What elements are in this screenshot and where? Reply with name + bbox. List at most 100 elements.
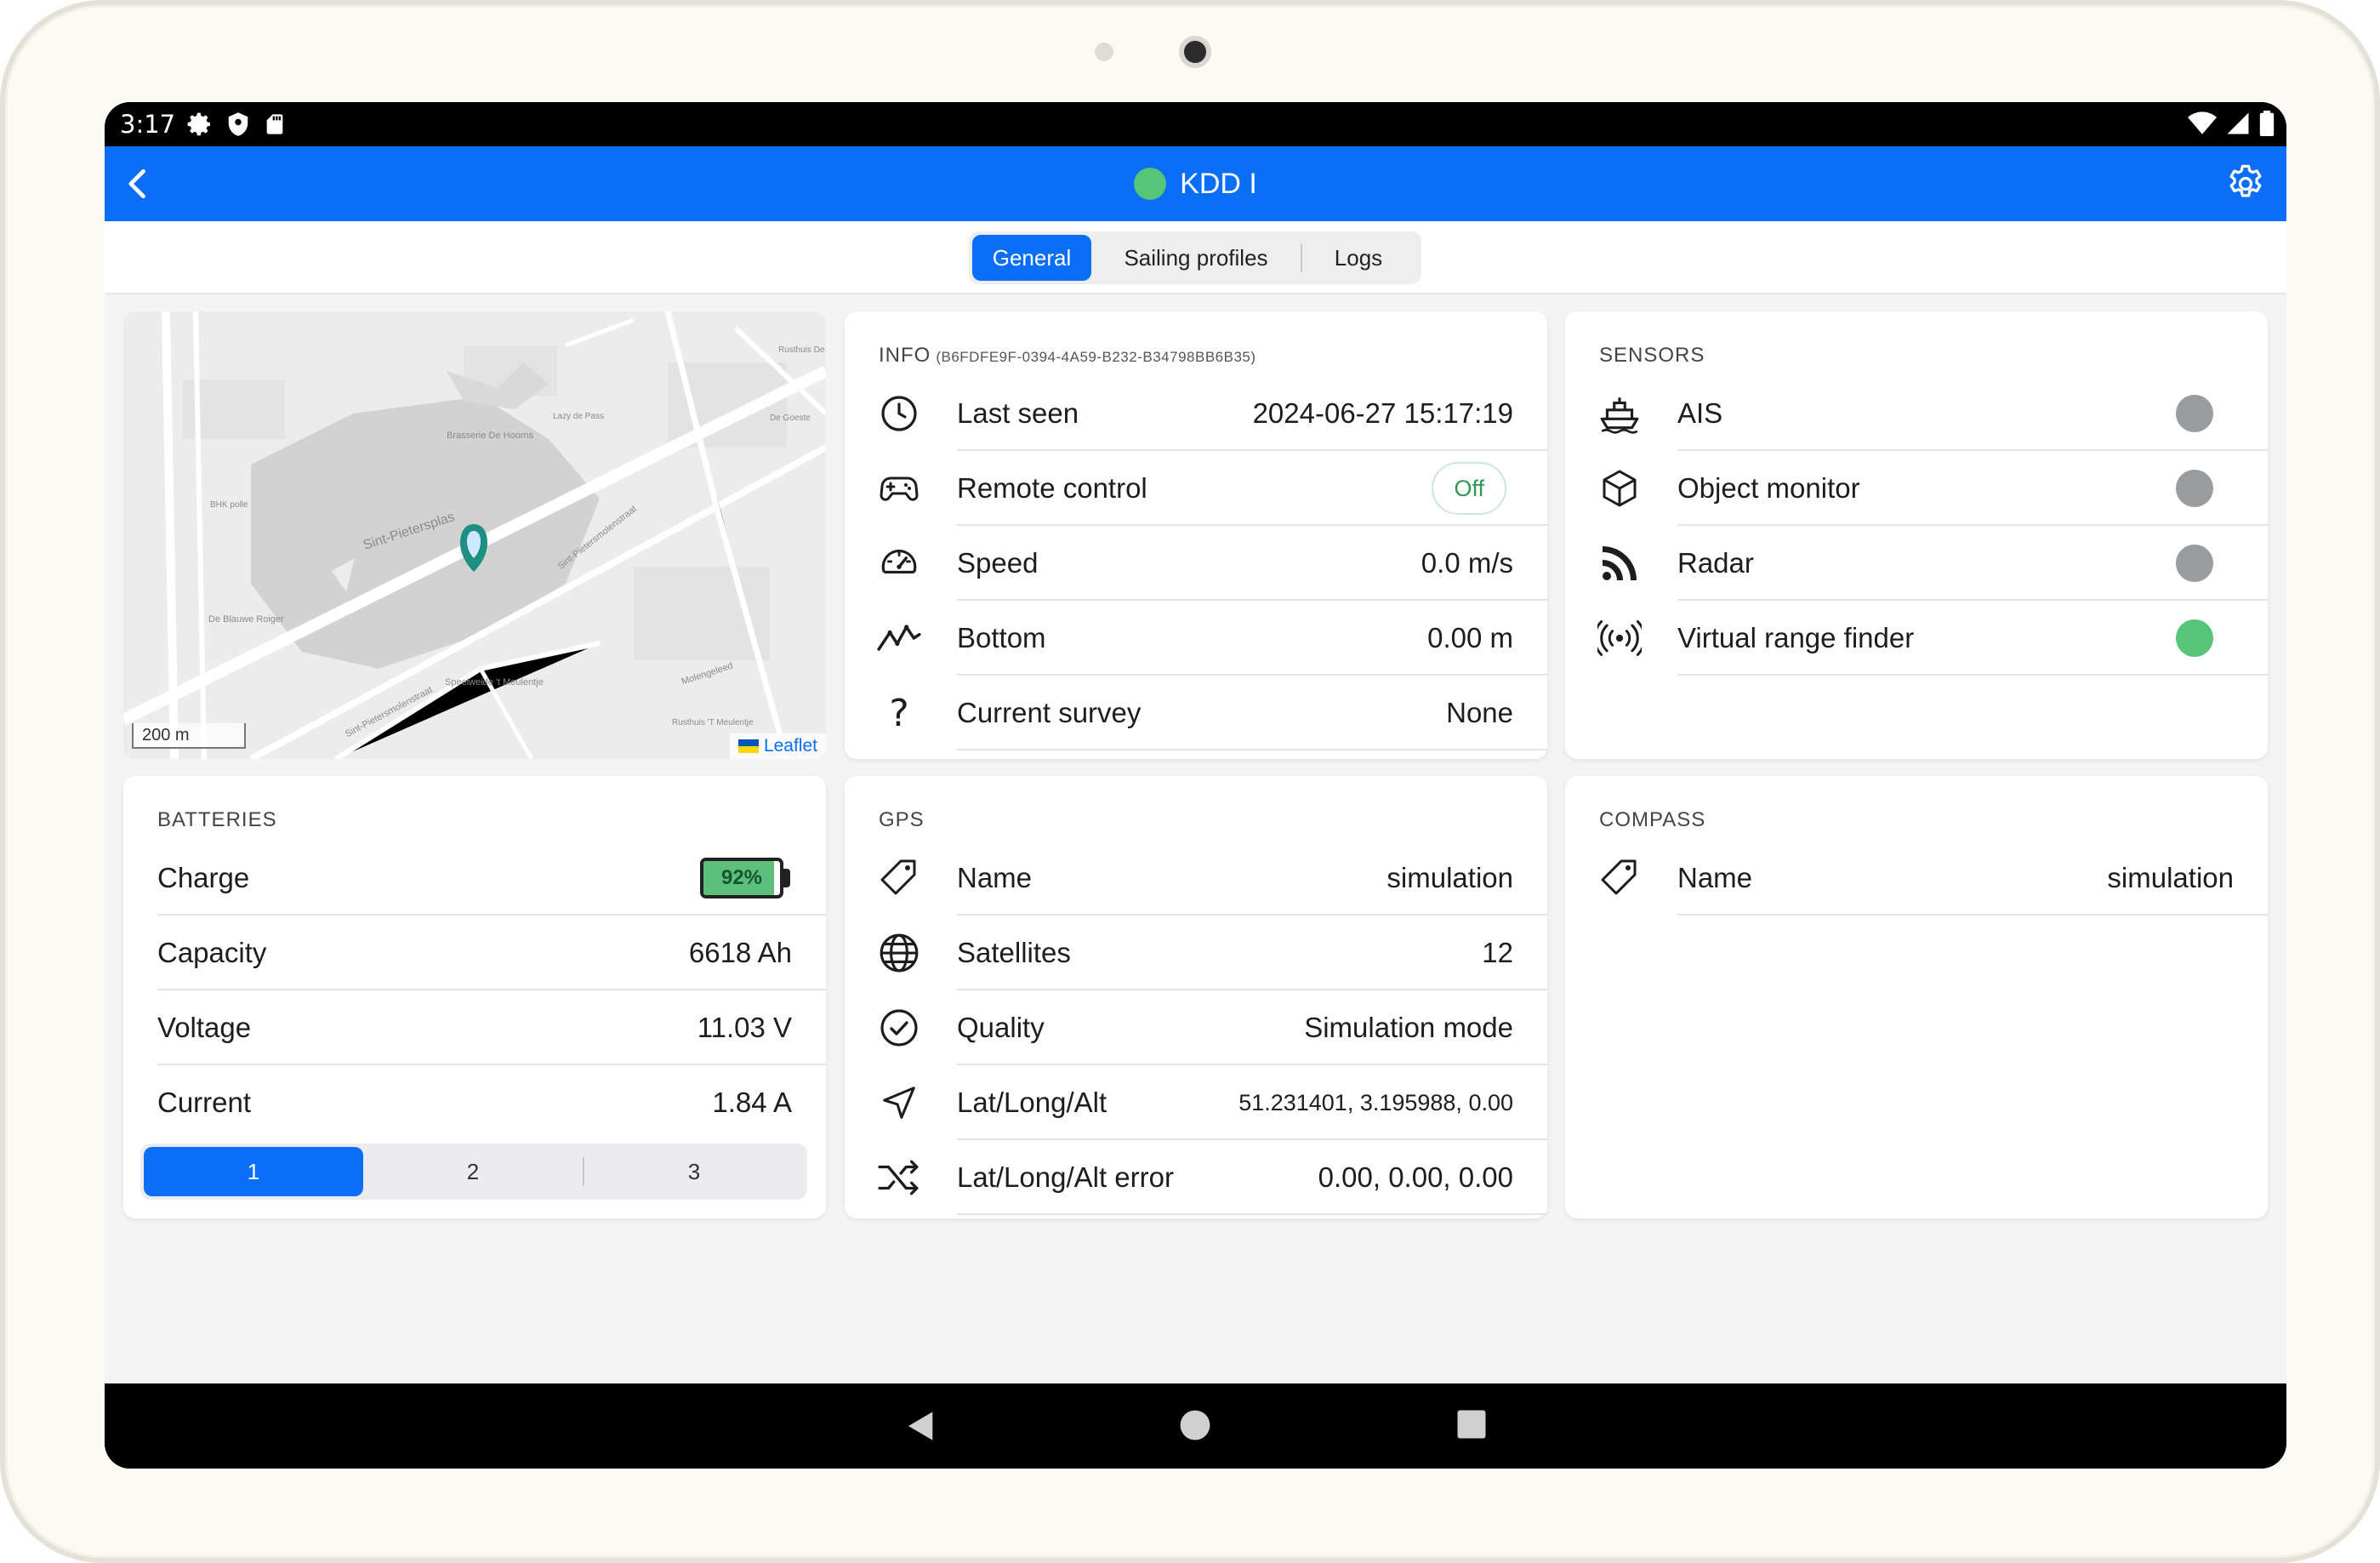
- battery-row-current: Current 1.84 A: [123, 1065, 826, 1140]
- battery-label: Charge: [157, 862, 250, 893]
- connection-status-dot: [1134, 168, 1167, 200]
- sensor-status-dot: [2176, 545, 2213, 582]
- info-row-current-survey: ? Current survey None: [845, 676, 1547, 750]
- battery-indicator: 92%: [700, 858, 792, 898]
- shuffle-icon: [878, 1160, 919, 1195]
- map-attribution[interactable]: Leaflet: [729, 733, 826, 759]
- map-label-rusthuis: Rusthuis 'T Meulentje: [672, 718, 754, 727]
- batteries-card: BATTERIES Charge 92% Capacity 6618 Ah Vo…: [123, 776, 826, 1218]
- gps-value: 0.00, 0.00, 0.00: [1318, 1161, 1513, 1193]
- info-row-last-seen: Last seen 2024-06-27 15:17:19: [845, 376, 1547, 451]
- info-value: 0.00 m: [1427, 622, 1513, 653]
- gear-icon: [2229, 164, 2262, 197]
- tab-sailing-profiles[interactable]: Sailing profiles: [1091, 235, 1301, 281]
- compass-row-name: Name simulation: [1565, 841, 2268, 916]
- battery-tab-2[interactable]: 2: [363, 1147, 583, 1196]
- app-bar: KDD I: [105, 146, 2286, 221]
- front-camera: [1179, 36, 1211, 68]
- gps-label: Lat/Long/Alt error: [957, 1161, 1174, 1193]
- nav-recents-icon[interactable]: [1456, 1409, 1487, 1440]
- map-label-rusthuis-de: Rusthuis De: [778, 345, 825, 355]
- gps-label: Name: [957, 862, 1033, 893]
- compass-label: Name: [1677, 862, 1753, 893]
- remote-control-toggle[interactable]: Off: [1432, 462, 1506, 515]
- content: General Sailing profiles Logs Sint-Piete…: [105, 221, 2286, 1383]
- attribution-link[interactable]: Leaflet: [764, 736, 817, 756]
- divider: [1677, 674, 2268, 676]
- map-scale-label: 200 m: [142, 726, 190, 744]
- gamepad-icon: [880, 476, 919, 501]
- batteries-title: BATTERIES: [157, 808, 277, 831]
- sd-card-status-icon: [266, 114, 283, 134]
- gps-label: Satellites: [957, 937, 1071, 968]
- settings-button[interactable]: [2223, 162, 2268, 210]
- battery-row-charge: Charge 92%: [123, 841, 826, 916]
- map-view[interactable]: Sint-Pietersplas Brasserie De Hoorns Sin…: [123, 311, 826, 759]
- sensor-dot: [1095, 43, 1113, 61]
- globe-icon: [880, 933, 919, 973]
- gps-row-lat-long-alt: Lat/Long/Alt 51.231401, 3.195988, 0.00: [845, 1065, 1547, 1140]
- sensor-label: Radar: [1677, 547, 1754, 579]
- gps-title: GPS: [879, 808, 925, 831]
- info-row-bottom: Bottom 0.00 m: [845, 601, 1547, 676]
- info-label: Current survey: [957, 697, 1142, 728]
- tag-icon: [1601, 859, 1637, 895]
- gps-row-lat-long-alt-error: Lat/Long/Alt error 0.00, 0.00, 0.00: [845, 1140, 1547, 1215]
- check-circle-icon: [880, 1009, 918, 1047]
- ukraine-flag-icon: [737, 739, 759, 753]
- navigation-arrow-icon: [883, 1087, 915, 1119]
- nav-home-icon[interactable]: [1179, 1409, 1211, 1441]
- tab-general[interactable]: General: [972, 235, 1091, 281]
- tab-logs[interactable]: Logs: [1302, 235, 1415, 281]
- divider: [957, 1213, 1547, 1215]
- info-title: INFO (B6FDFE9F-0394-4A59-B232-B34798BB6B3…: [879, 344, 1256, 368]
- gps-label: Quality: [957, 1012, 1045, 1043]
- question-icon: ?: [889, 691, 909, 735]
- battery-status-icon: [2259, 111, 2275, 136]
- info-label: Speed: [957, 547, 1039, 579]
- sensor-label: Object monitor: [1677, 472, 1860, 504]
- status-bar: 3:17: [105, 102, 2286, 146]
- system-navigation-bar: [105, 1383, 2286, 1469]
- battery-selector: 1 2 3: [140, 1144, 807, 1200]
- cube-icon: [1603, 470, 1637, 507]
- info-label: Last seen: [957, 397, 1079, 429]
- info-card: INFO (B6FDFE9F-0394-4A59-B232-B34798BB6B3…: [845, 311, 1547, 759]
- sensor-status-dot: [2176, 395, 2213, 432]
- sensors-title: SENSORS: [1599, 344, 1705, 367]
- shield-status-icon: [228, 112, 248, 136]
- app-title-area: KDD I: [105, 146, 2286, 221]
- sensor-row-virtual-range-finder: Virtual range finder: [1565, 601, 2268, 676]
- gps-label: Lat/Long/Alt: [957, 1087, 1107, 1118]
- sensor-row-ais: AIS: [1565, 376, 2268, 451]
- battery-row-capacity: Capacity 6618 Ah: [123, 916, 826, 990]
- gps-row-name: Name simulation: [845, 841, 1547, 916]
- nav-back-icon[interactable]: [904, 1409, 938, 1443]
- battery-label: Current: [157, 1087, 252, 1118]
- status-time: 3:17: [120, 110, 176, 139]
- map-label-blauwe-roiger: De Blauwe Roiger: [208, 614, 284, 625]
- battery-tab-1[interactable]: 1: [144, 1147, 363, 1196]
- gps-value: simulation: [1386, 862, 1513, 893]
- tag-icon: [880, 859, 916, 895]
- vessel-name: KDD I: [1180, 167, 1257, 200]
- compass-card: COMPASS Name simulation: [1565, 776, 2268, 1218]
- sensor-label: AIS: [1677, 397, 1723, 429]
- sensor-row-radar: Radar: [1565, 526, 2268, 601]
- info-label: Remote control: [957, 472, 1147, 504]
- battery-row-voltage: Voltage 11.03 V: [123, 990, 826, 1065]
- battery-label: Capacity: [157, 937, 267, 968]
- sensor-status-dot: [2176, 619, 2213, 657]
- map-label-brasserie: Brasserie De Hoorns: [447, 431, 534, 441]
- battery-value: 1.84 A: [712, 1087, 792, 1118]
- info-value: 2024-06-27 15:17:19: [1252, 397, 1513, 429]
- info-title-text: INFO: [879, 344, 931, 367]
- battery-tab-3[interactable]: 3: [584, 1147, 804, 1196]
- broadcast-icon: [1597, 620, 1642, 656]
- battery-label: Voltage: [157, 1012, 252, 1043]
- info-row-remote-control: Remote control Off: [845, 451, 1547, 526]
- tab-bar: General Sailing profiles Logs: [105, 221, 2286, 294]
- clock-icon: [881, 396, 917, 431]
- vessel-marker-icon[interactable]: [457, 522, 491, 573]
- ship-icon: [1600, 397, 1639, 434]
